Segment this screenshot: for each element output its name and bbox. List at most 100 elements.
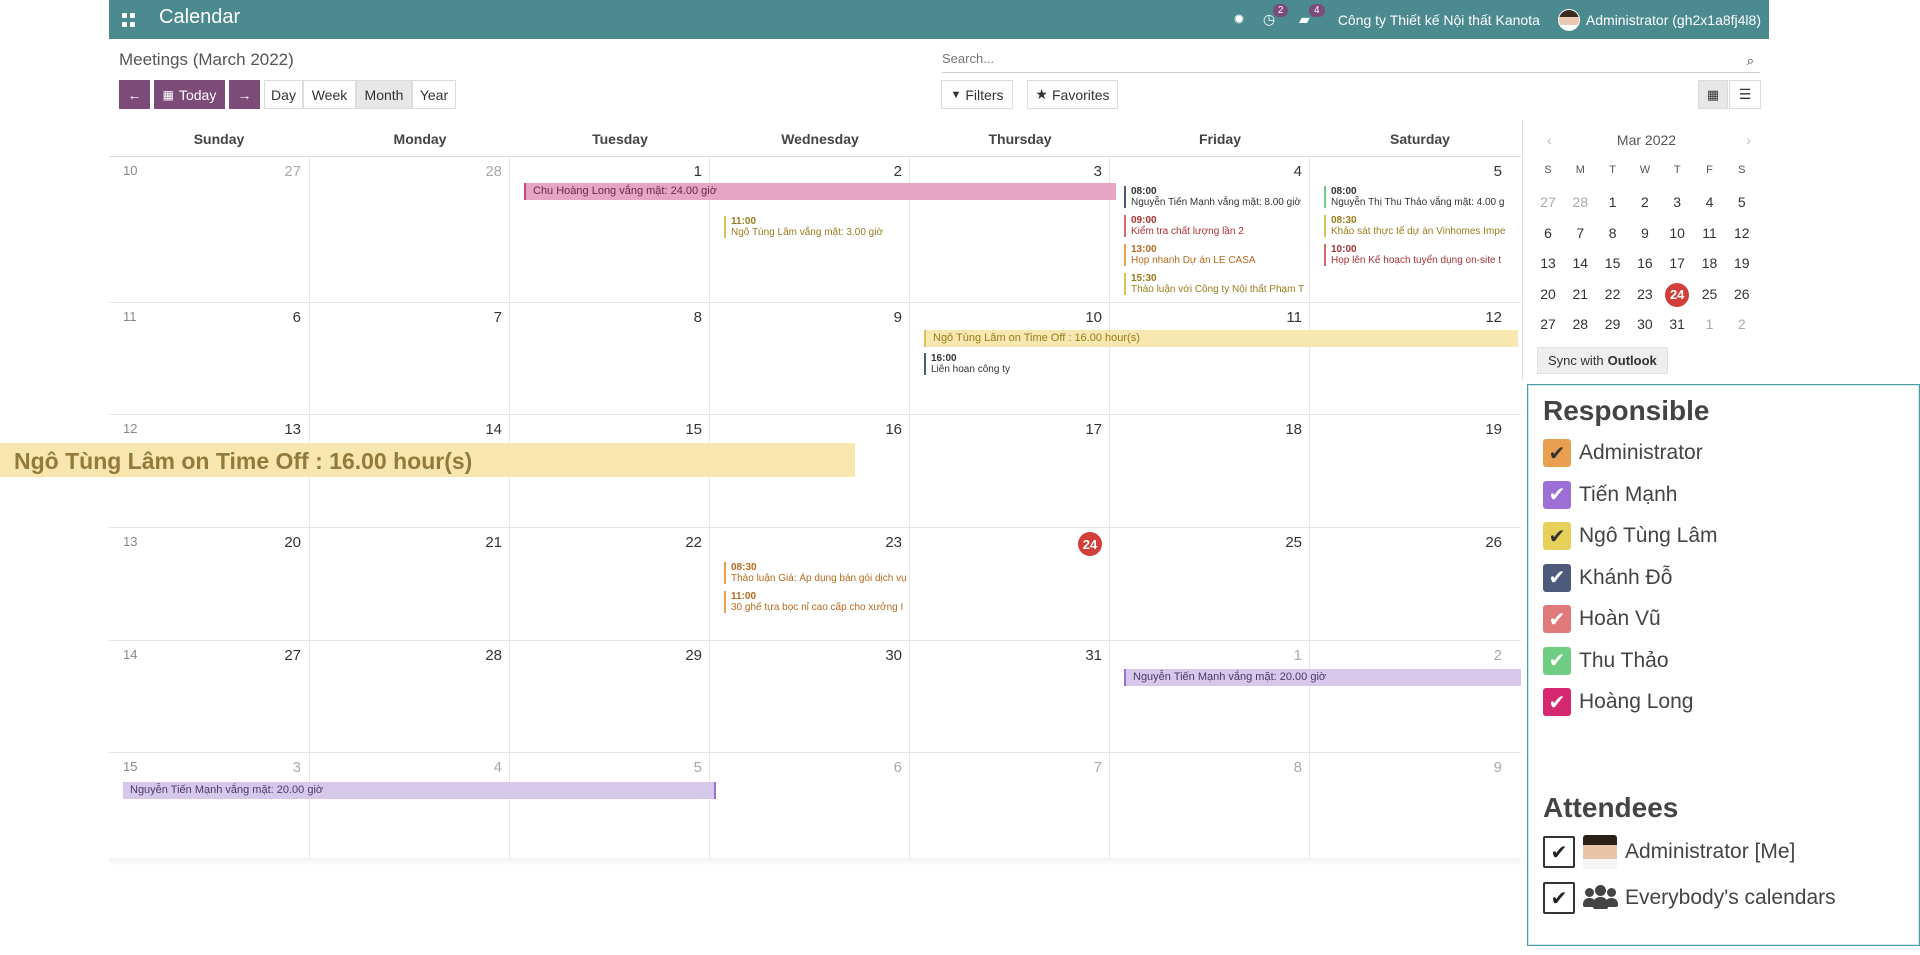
mini-day[interactable]: 21 xyxy=(1565,286,1595,302)
mini-day[interactable]: 18 xyxy=(1695,255,1725,271)
today-button[interactable]: ▦ Today xyxy=(154,80,225,109)
mini-today-date[interactable]: 24 xyxy=(1665,282,1690,307)
mini-day[interactable]: 22 xyxy=(1598,286,1628,302)
day-cell[interactable]: 23 xyxy=(709,528,909,640)
event-bar-ngo-tung-lam[interactable]: Ngô Tùng Lâm on Time Off : 16.00 hour(s) xyxy=(924,330,1518,347)
event-wed23-1[interactable]: 08:30 Thảo luận Giá: Áp dụng bán gói dịch… xyxy=(724,562,914,584)
search-icon[interactable]: ⌕ xyxy=(1747,53,1754,69)
mini-day[interactable]: 6 xyxy=(1533,225,1563,241)
mini-day[interactable]: 30 xyxy=(1630,316,1660,332)
responsible-filter-item[interactable]: ✔ Hoàng Long xyxy=(1543,687,1693,717)
responsible-checkbox[interactable]: ✔ xyxy=(1543,646,1571,675)
calendar-view-switch[interactable]: ▦ xyxy=(1698,80,1728,109)
day-view-button[interactable]: Day xyxy=(264,80,303,109)
event-bar-tien-manh-w6[interactable]: Nguyễn Tiến Mạnh vắng mặt: 20.00 giờ xyxy=(123,782,716,799)
app-title[interactable]: Calendar xyxy=(159,6,240,29)
day-cell[interactable]: 18 xyxy=(1109,415,1309,527)
day-cell[interactable]: 3 xyxy=(909,157,1109,302)
mini-day[interactable]: 27 xyxy=(1533,316,1563,332)
mini-day[interactable]: 15 xyxy=(1598,255,1628,271)
day-cell[interactable]: 19 xyxy=(1309,415,1509,527)
day-cell[interactable]: 31 xyxy=(909,641,1109,752)
day-cell[interactable]: 11 xyxy=(1109,303,1309,414)
responsible-filter-item[interactable]: ✔ Khánh Đỗ xyxy=(1543,563,1672,593)
responsible-checkbox[interactable]: ✔ xyxy=(1543,522,1571,550)
day-cell[interactable]: 4 xyxy=(309,753,509,865)
filters-button[interactable]: ▼ Filters xyxy=(941,80,1013,109)
event-sat5-2[interactable]: 08:30 Khảo sát thực tế dự án Vinhomes Imp… xyxy=(1324,215,1514,237)
apps-menu-icon[interactable] xyxy=(117,8,141,32)
day-cell[interactable]: 2 xyxy=(1309,641,1509,752)
month-view-button[interactable]: Month xyxy=(356,80,412,109)
day-cell[interactable]: 25 xyxy=(1109,528,1309,640)
event-sat5-3[interactable]: 10:00 Họp lên Kế hoạch tuyển dụng on-site… xyxy=(1324,244,1514,266)
user-menu[interactable]: Administrator (gh2x1a8fj4l8) xyxy=(1557,8,1761,31)
favorites-button[interactable]: ★ Favorites xyxy=(1027,80,1118,109)
day-cell[interactable]: 6 xyxy=(109,303,309,414)
event-wed23-2[interactable]: 11:00 30 ghế tựa bọc nỉ cao cấp cho xưởng… xyxy=(724,591,914,613)
day-cell[interactable]: 7 xyxy=(909,753,1109,865)
mini-day[interactable]: 4 xyxy=(1695,194,1725,210)
event-wed2[interactable]: 11:00 Ngô Tùng Lâm vắng mặt: 3.00 giờ xyxy=(724,216,914,238)
sync-outlook-button[interactable]: Sync with Outlook xyxy=(1537,347,1668,374)
day-cell[interactable]: 9 xyxy=(709,303,909,414)
event-fri4-4[interactable]: 15:30 Thảo luận với Công ty Nội thất Phạm… xyxy=(1124,273,1320,295)
mini-day[interactable]: 11 xyxy=(1695,225,1725,241)
mini-day[interactable]: 23 xyxy=(1630,286,1660,302)
day-cell[interactable]: 1 xyxy=(1109,641,1309,752)
attendee-admin[interactable]: ✔ Administrator [Me] xyxy=(1543,835,1795,869)
responsible-checkbox[interactable]: ✔ xyxy=(1543,605,1571,633)
mini-day[interactable]: 8 xyxy=(1598,225,1628,241)
attendee-everybody-checkbox[interactable]: ✔ xyxy=(1543,882,1575,914)
day-cell[interactable]: 28 xyxy=(309,157,509,302)
day-cell[interactable]: 5 xyxy=(509,753,709,865)
day-cell[interactable]: 6 xyxy=(709,753,909,865)
event-bar-tien-manh-w5[interactable]: Nguyễn Tiến Mạnh vắng mặt: 20.00 giờ xyxy=(1124,669,1521,686)
day-cell[interactable]: 12 xyxy=(1309,303,1509,414)
responsible-filter-item[interactable]: ✔ Hoàn Vũ xyxy=(1543,604,1661,634)
day-cell[interactable]: 22 xyxy=(509,528,709,640)
list-view-switch[interactable]: ☰ xyxy=(1729,80,1761,109)
event-fri4-1[interactable]: 08:00 Nguyễn Tiến Mạnh vắng mặt: 8.00 giờ xyxy=(1124,186,1320,208)
year-view-button[interactable]: Year xyxy=(412,80,456,109)
responsible-filter-item[interactable]: ✔ Tiến Mạnh xyxy=(1543,480,1677,510)
mini-day[interactable]: 27 xyxy=(1533,194,1563,210)
mini-day[interactable]: 12 xyxy=(1727,225,1757,241)
mini-day[interactable]: 26 xyxy=(1727,286,1757,302)
day-cell[interactable]: 17 xyxy=(909,415,1109,527)
event-fri4-2[interactable]: 09:00 Kiểm tra chất lượng lần 2 xyxy=(1124,215,1320,237)
activity-icon[interactable]: ◷ 2 xyxy=(1263,4,1289,28)
day-cell[interactable]: 27 xyxy=(109,157,309,302)
event-sat5-1[interactable]: 08:00 Nguyễn Thị Thu Thảo vắng mặt: 4.00 … xyxy=(1324,186,1514,208)
mini-day[interactable]: 9 xyxy=(1630,225,1660,241)
mini-next-icon[interactable]: › xyxy=(1746,132,1751,148)
company-switcher[interactable]: Công ty Thiết kế Nội thất Kanota xyxy=(1338,12,1540,28)
mini-day[interactable]: 1 xyxy=(1598,194,1628,210)
mini-day[interactable]: 28 xyxy=(1565,316,1595,332)
mini-day[interactable]: 5 xyxy=(1727,194,1757,210)
mini-day[interactable]: 17 xyxy=(1662,255,1692,271)
responsible-checkbox[interactable]: ✔ xyxy=(1543,563,1571,592)
attendee-admin-checkbox[interactable]: ✔ xyxy=(1543,836,1575,868)
responsible-filter-item[interactable]: ✔ Administrator xyxy=(1543,438,1703,468)
mini-day[interactable]: 13 xyxy=(1533,255,1563,271)
prev-button[interactable]: ← xyxy=(119,80,150,109)
week-view-button[interactable]: Week xyxy=(303,80,356,109)
event-thu10[interactable]: 16:00 Liên hoan công ty xyxy=(924,353,1114,375)
day-cell[interactable]: 7 xyxy=(309,303,509,414)
mini-day[interactable]: 2 xyxy=(1630,194,1660,210)
mini-day[interactable]: 1 xyxy=(1695,316,1725,332)
next-button[interactable]: → xyxy=(229,80,260,109)
mini-day[interactable]: 31 xyxy=(1662,316,1692,332)
day-cell[interactable]: 30 xyxy=(709,641,909,752)
day-cell[interactable]: 8 xyxy=(1109,753,1309,865)
responsible-checkbox[interactable]: ✔ xyxy=(1543,439,1571,467)
responsible-filter-item[interactable]: ✔ Ngô Tùng Lâm xyxy=(1543,521,1718,551)
mini-day[interactable]: 25 xyxy=(1695,286,1725,302)
day-cell[interactable]: 24 xyxy=(909,528,1109,640)
day-cell[interactable]: 28 xyxy=(309,641,509,752)
event-bar-chu-hoang-long[interactable]: Chu Hoàng Long vắng mặt: 24.00 giờ xyxy=(524,183,1116,200)
zoomed-event-ngo-tung-lam[interactable]: Ngô Tùng Lâm on Time Off : 16.00 hour(s) xyxy=(0,443,855,477)
day-cell[interactable]: 3 xyxy=(109,753,309,865)
day-cell[interactable]: 21 xyxy=(309,528,509,640)
